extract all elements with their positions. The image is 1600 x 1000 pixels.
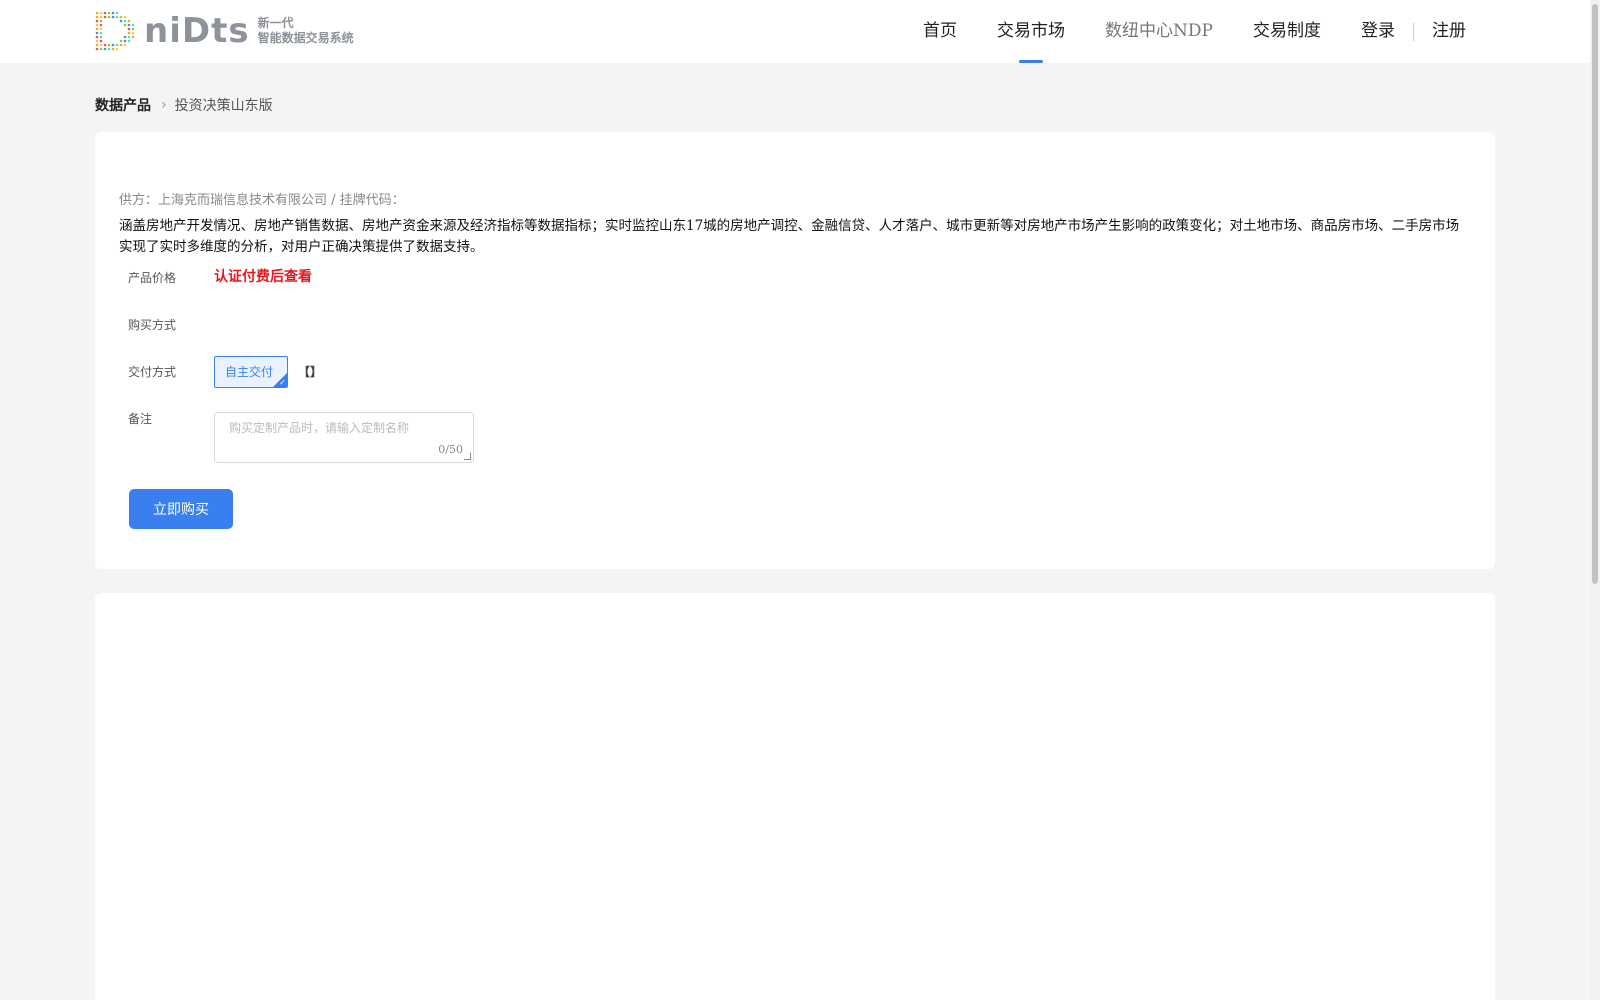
delivery-option-self[interactable]: 自主交付 ✓	[214, 356, 288, 388]
logo-wordmark: niDts	[144, 11, 250, 51]
purchase-method-label: 购买方式	[128, 318, 177, 332]
site-logo[interactable]: niDts 新一代 智能数据交易系统	[94, 10, 354, 52]
delivery-option-label: 自主交付	[225, 365, 274, 379]
remark-textarea[interactable]	[215, 413, 473, 462]
resize-grip-icon[interactable]	[464, 453, 471, 460]
remark-label: 备注	[128, 412, 153, 426]
product-description: 涵盖房地产开发情况、房地产销售数据、房地产资金来源及经济指标等数据指标；实时监控…	[119, 218, 1460, 255]
logo-d-mark-icon	[95, 11, 135, 51]
remark-field: 0/50	[214, 412, 474, 463]
top-header: niDts 新一代 智能数据交易系统 首页 交易市场 数纽中心NDP 交易制度 …	[0, 0, 1590, 63]
logo-tagline-line2: 智能数据交易系统	[257, 31, 354, 45]
register-link[interactable]: 注册	[1412, 0, 1486, 63]
remark-char-counter: 0/50	[438, 443, 463, 456]
product-extra-card	[95, 593, 1495, 1000]
delivery-method-label: 交付方式	[128, 365, 177, 379]
main-nav: 首页 交易市场 数纽中心NDP 交易制度 登录 注册	[903, 0, 1486, 63]
login-link[interactable]: 登录	[1341, 0, 1415, 63]
page-scrollbar[interactable]	[1590, 0, 1600, 1000]
price-value: 认证付费后查看	[214, 269, 312, 285]
logo-tagline-line1: 新一代	[257, 16, 294, 30]
breadcrumb-current: 投资决策山东版	[174, 98, 273, 114]
delivery-bracket: 【】	[298, 365, 323, 379]
nav-item-rules[interactable]: 交易制度	[1233, 0, 1341, 63]
chevron-right-icon: ›	[161, 97, 167, 113]
nav-item-ndp[interactable]: 数纽中心NDP	[1085, 0, 1233, 63]
scrollbar-thumb[interactable]	[1592, 4, 1598, 584]
nav-item-market[interactable]: 交易市场	[977, 0, 1085, 63]
breadcrumb: 数据产品 › 投资决策山东版	[95, 95, 273, 115]
supplier-info: 供方：上海克而瑞信息技术有限公司 / 挂牌代码：	[119, 193, 405, 208]
price-label: 产品价格	[128, 271, 177, 285]
buy-now-button[interactable]: 立即购买	[129, 489, 233, 529]
check-icon: ✓	[279, 378, 286, 387]
product-detail-card: 供方：上海克而瑞信息技术有限公司 / 挂牌代码： 涵盖房地产开发情况、房地产销售…	[95, 132, 1495, 569]
breadcrumb-root-link[interactable]: 数据产品	[95, 95, 151, 115]
nav-item-home[interactable]: 首页	[903, 0, 977, 63]
logo-tagline: 新一代 智能数据交易系统	[258, 16, 354, 46]
